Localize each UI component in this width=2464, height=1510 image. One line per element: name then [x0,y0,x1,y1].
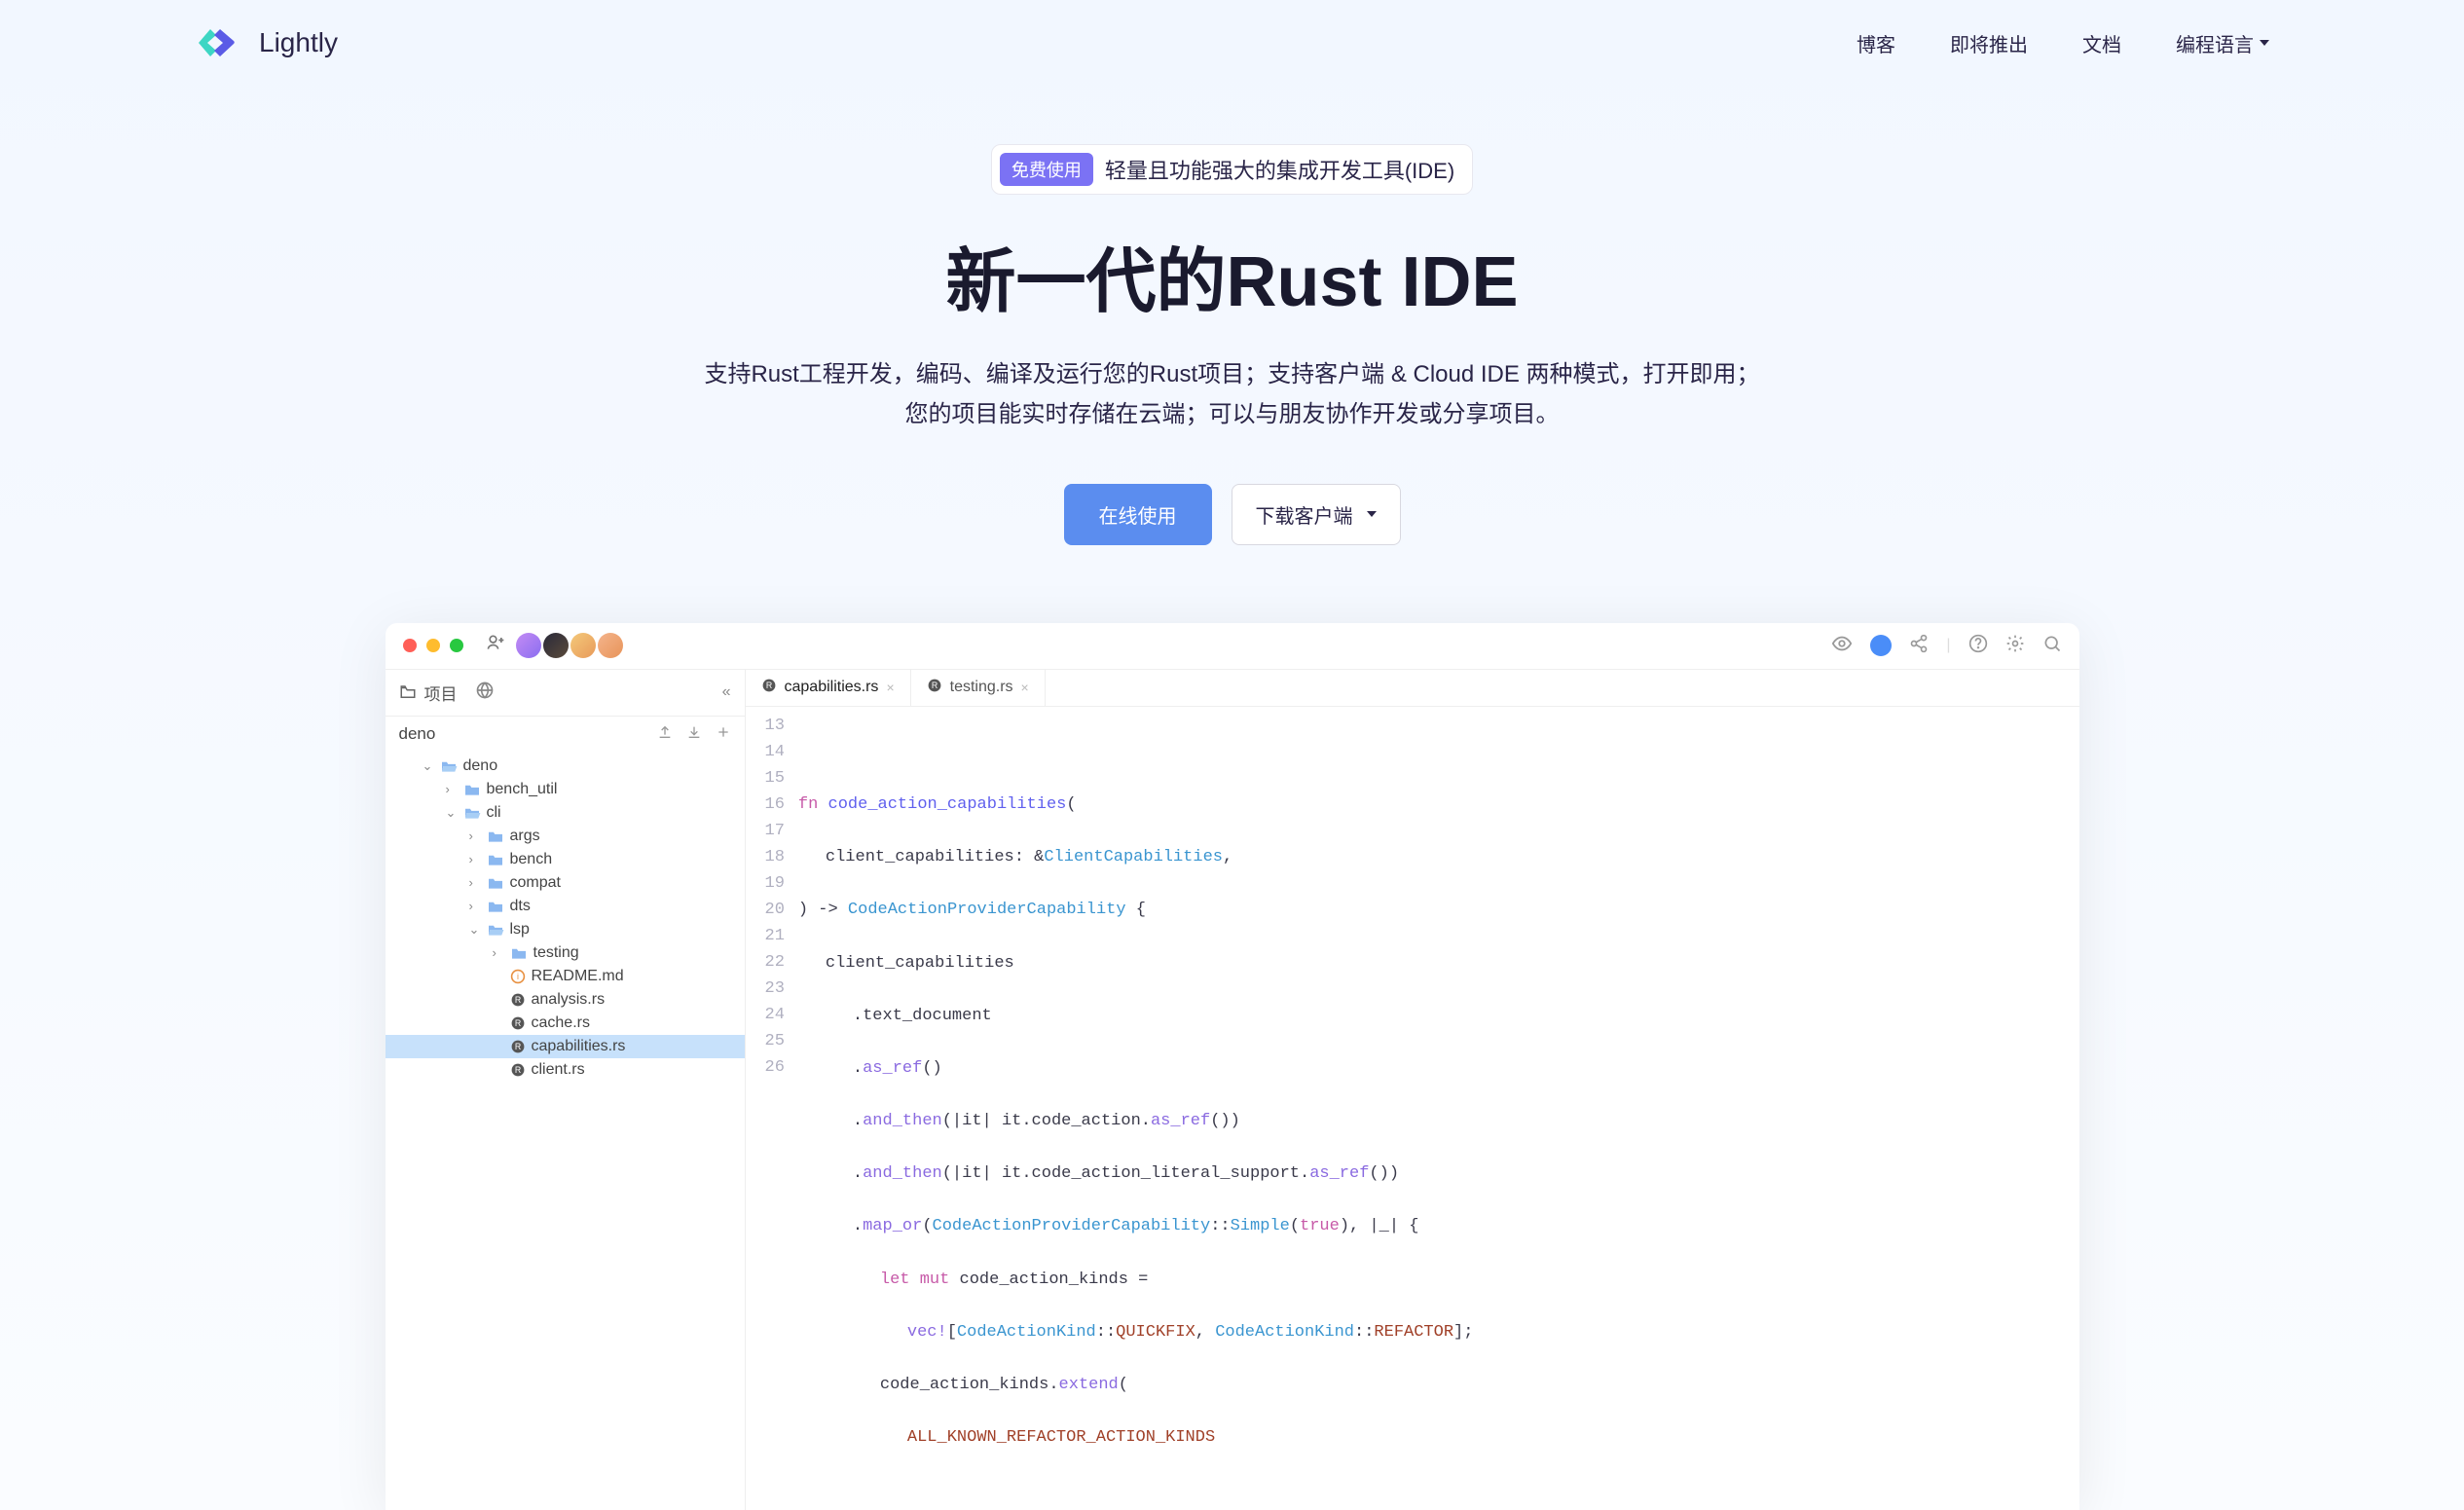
chevron-down-icon [1367,511,1377,517]
free-badge: 免费使用 [1000,153,1093,186]
nav-docs[interactable]: 文档 [2082,29,2121,57]
svg-text:R: R [514,995,520,1005]
tree-root[interactable]: ⌄deno [386,755,745,778]
upload-icon[interactable] [657,724,673,745]
svg-text:R: R [514,1018,520,1028]
svg-text:R: R [514,1042,520,1051]
ide-window: | 项目 « deno [386,623,2079,1510]
minimize-window-icon[interactable] [426,639,440,652]
run-badge-icon[interactable] [1870,635,1892,656]
project-name: deno [399,724,436,744]
sidebar-tab-project[interactable]: 项目 [399,678,458,708]
maximize-window-icon[interactable] [450,639,463,652]
collaborator-avatars [516,633,623,658]
line-gutter: 1314151617181920212223242526 [746,707,798,1510]
nav-lang[interactable]: 编程语言 [2176,29,2269,57]
editor-tab[interactable]: Rcapabilities.rs× [746,670,911,706]
tree-item[interactable]: ›bench_util [386,778,745,801]
nav-blog[interactable]: 博客 [1857,29,1895,57]
add-icon[interactable] [716,724,731,745]
close-icon[interactable]: × [886,680,894,695]
help-icon[interactable] [1968,634,1988,658]
header: Lightly 博客 即将推出 文档 编程语言 [0,0,2464,86]
hero-description: 支持Rust工程开发，编码、编译及运行您的Rust项目；支持客户端 & Clou… [648,355,1817,435]
online-use-button[interactable]: 在线使用 [1064,484,1212,545]
hero-badge-row: 免费使用 轻量且功能强大的集成开发工具(IDE) [991,144,1473,195]
code-body: fn code_action_capabilities( client_capa… [798,707,1474,1510]
nav-lang-label: 编程语言 [2176,29,2254,57]
tree-item[interactable]: ›bench [386,848,745,871]
tree-item[interactable]: ›testing [386,941,745,965]
editor: Rcapabilities.rs×Rtesting.rs× 1314151617… [746,670,2079,1510]
logo-icon [195,23,243,62]
sidebar: 项目 « deno ⌄deno›bench_util⌄cli›args›benc… [386,670,746,1510]
tree-item[interactable]: ›dts [386,895,745,918]
svg-text:R: R [931,681,937,690]
tree-item[interactable]: Rcache.rs [386,1012,745,1035]
logo-text: Lightly [259,27,338,58]
tree-item[interactable]: Rcapabilities.rs [386,1035,745,1058]
share-icon[interactable] [1909,634,1929,658]
logo[interactable]: Lightly [195,23,338,62]
tree-item[interactable]: Ranalysis.rs [386,988,745,1012]
globe-icon[interactable] [475,681,495,705]
hero-title: 新一代的Rust IDE [0,224,2464,326]
add-user-icon[interactable] [485,633,506,658]
hero-tagline: 轻量且功能强大的集成开发工具(IDE) [1105,154,1454,185]
window-controls [403,639,463,652]
project-row: deno [386,717,745,753]
svg-text:R: R [514,1065,520,1075]
editor-tabs: Rcapabilities.rs×Rtesting.rs× [746,670,2079,707]
close-window-icon[interactable] [403,639,417,652]
svg-text:R: R [765,681,771,690]
download-button-label: 下载客户端 [1256,500,1353,529]
avatar[interactable] [598,633,623,658]
search-icon[interactable] [2042,634,2062,658]
nav-coming[interactable]: 即将推出 [1950,29,2028,57]
sidebar-header: 项目 « [386,670,745,717]
svg-text:i: i [517,972,519,981]
gear-icon[interactable] [2005,634,2025,658]
editor-tab[interactable]: Rtesting.rs× [911,670,1046,706]
close-icon[interactable]: × [1021,680,1029,695]
hero: 免费使用 轻量且功能强大的集成开发工具(IDE) 新一代的Rust IDE 支持… [0,86,2464,623]
ide-titlebar: | [386,623,2079,670]
download-icon[interactable] [686,724,702,745]
hero-buttons: 在线使用 下载客户端 [0,484,2464,545]
file-tree: ⌄deno›bench_util⌄cli›args›bench›compat›d… [386,753,745,1089]
tree-item[interactable]: ⌄cli [386,801,745,825]
avatar[interactable] [543,633,569,658]
collapse-icon[interactable]: « [722,683,731,701]
avatar[interactable] [570,633,596,658]
tree-item[interactable]: Rclient.rs [386,1058,745,1082]
chevron-down-icon [2260,40,2269,46]
tree-item[interactable]: ›compat [386,871,745,895]
download-button[interactable]: 下载客户端 [1232,484,1401,545]
tree-item[interactable]: iREADME.md [386,965,745,988]
tree-item[interactable]: ›args [386,825,745,848]
eye-icon[interactable] [1831,633,1853,659]
tree-item[interactable]: ⌄lsp [386,918,745,941]
avatar[interactable] [516,633,541,658]
code-area[interactable]: 1314151617181920212223242526 fn code_act… [746,707,2079,1510]
nav: 博客 即将推出 文档 编程语言 [1857,29,2269,57]
